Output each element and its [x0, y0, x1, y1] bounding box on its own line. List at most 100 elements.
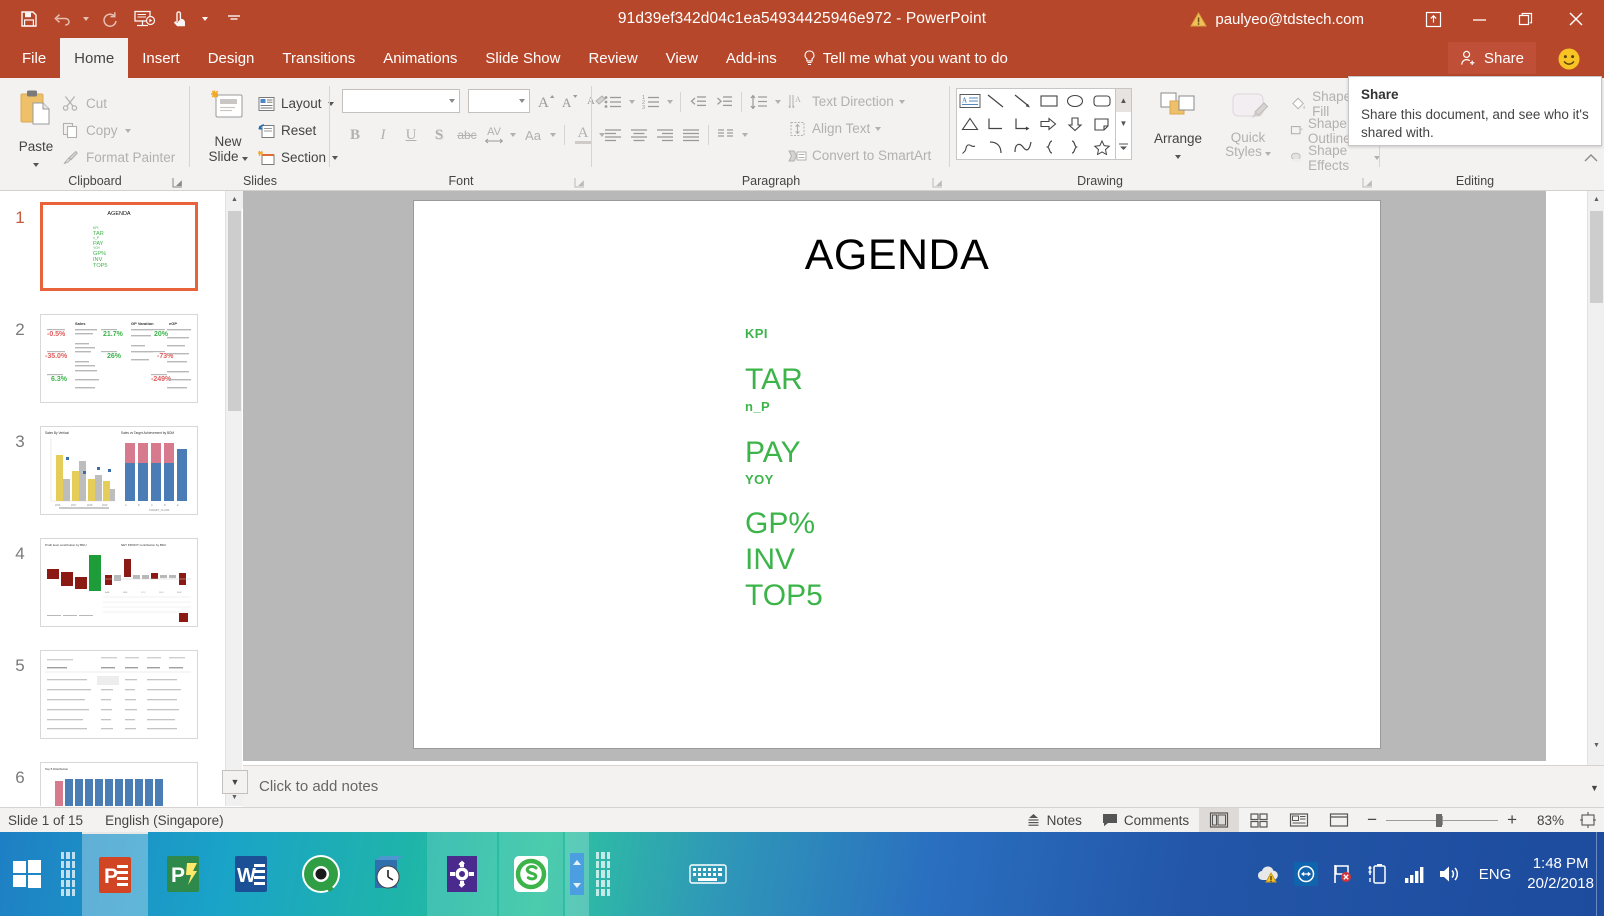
columns-dropdown-icon[interactable] [739, 122, 751, 148]
decrease-font-size-button[interactable]: A [558, 89, 582, 113]
text-shadow-button[interactable]: S [426, 122, 452, 148]
notes-placeholder[interactable]: Click to add notes [243, 778, 378, 795]
shapes-gallery[interactable]: A [956, 88, 1116, 160]
taskbar-app-settings[interactable] [427, 832, 497, 916]
zoom-in-button[interactable]: + [1507, 810, 1517, 830]
slide-scroll-down-icon[interactable]: ▼ [1588, 737, 1604, 754]
slide-content-list[interactable]: KPI TAR n_P PAY YOY GP% INV TOP5 [745, 326, 823, 613]
slide-scrollbar-thumb[interactable] [1590, 211, 1603, 303]
shape-elbow-arrow-icon[interactable] [1010, 112, 1036, 135]
tell-me-search[interactable]: Tell me what you want to do [791, 38, 1008, 78]
notes-scroll-down-icon[interactable]: ▼ [1587, 775, 1602, 801]
slide-area-scrollbar[interactable]: ▲ ▼ ▲ ▼ [1587, 191, 1604, 806]
network-icon[interactable] [1401, 861, 1427, 887]
align-left-button[interactable] [600, 122, 626, 148]
tab-review[interactable]: Review [574, 38, 651, 78]
paste-button[interactable]: Paste [8, 88, 64, 172]
increase-indent-button[interactable] [711, 89, 737, 115]
bold-button[interactable]: B [342, 122, 368, 148]
slide-thumbnail-pane[interactable]: 1 AGENDA KPI TAR n_P PAY YOY GP% INV TOP… [0, 191, 225, 806]
arrange-button[interactable]: Arrange [1145, 90, 1211, 164]
character-spacing-button[interactable]: AV [482, 122, 506, 148]
shape-left-brace-icon[interactable] [1036, 136, 1062, 159]
shape-arrow-icon[interactable] [1010, 89, 1036, 112]
tab-insert[interactable]: Insert [128, 38, 194, 78]
numbering-button[interactable]: 123 [638, 89, 664, 115]
restore-icon[interactable] [1502, 0, 1548, 38]
line-spacing-button[interactable] [746, 89, 772, 115]
tab-add-ins[interactable]: Add-ins [712, 38, 791, 78]
bullets-dropdown-icon[interactable] [626, 89, 638, 115]
shape-scribble-icon[interactable] [957, 136, 983, 159]
teamviewer-icon[interactable] [1293, 861, 1319, 887]
clock-datetime[interactable]: 1:48 PM 20/2/2018 [1527, 854, 1594, 895]
volume-icon[interactable] [1437, 861, 1463, 887]
character-spacing-dropdown-icon[interactable] [508, 122, 518, 148]
shape-rounded-rectangle-icon[interactable] [1089, 89, 1115, 112]
tab-slide-show[interactable]: Slide Show [471, 38, 574, 78]
shape-elbow-connector-icon[interactable] [983, 112, 1009, 135]
shape-textbox-icon[interactable]: A [957, 89, 983, 112]
slide-editing-area[interactable]: AGENDA KPI TAR n_P PAY YOY GP% INV TOP5 [243, 191, 1546, 761]
text-direction-button[interactable]: A Text Direction [788, 88, 931, 115]
shape-arc-icon[interactable] [983, 136, 1009, 159]
font-name-input[interactable] [342, 89, 460, 113]
taskbar-app-skype[interactable] [499, 832, 563, 916]
zoom-control[interactable]: − + 83% [1359, 810, 1572, 830]
slide-scroll-up-icon[interactable]: ▲ [1588, 191, 1604, 208]
tab-home[interactable]: Home [60, 38, 129, 78]
zoom-slider[interactable] [1386, 813, 1499, 827]
taskbar-grip-2[interactable] [591, 832, 615, 916]
notes-button[interactable]: Notes [1016, 808, 1092, 833]
shapes-scroll-up-icon[interactable]: ▲ [1116, 89, 1131, 113]
thumbnail-preview-1[interactable]: AGENDA KPI TAR n_P PAY YOY GP% INV TOP5 [40, 202, 198, 291]
fit-slide-button[interactable] [1572, 808, 1604, 833]
shapes-scroll-down-icon[interactable]: ▼ [1116, 112, 1131, 135]
minimize-icon[interactable] [1456, 0, 1502, 38]
onedrive-warning-icon[interactable] [1257, 861, 1283, 887]
thumbnail-slide-6[interactable]: 6 Top 5 Distribution [0, 762, 225, 806]
copy-button[interactable]: Copy [62, 117, 175, 144]
line-spacing-dropdown-icon[interactable] [772, 89, 784, 115]
share-button[interactable]: Share [1447, 42, 1536, 74]
align-center-button[interactable] [626, 122, 652, 148]
thumbnail-slide-4[interactable]: 4 Profit level contribution by BDU NET P… [0, 538, 225, 627]
collapse-ribbon-icon[interactable] [1584, 150, 1598, 168]
reading-view-button[interactable] [1279, 808, 1319, 833]
columns-button[interactable] [713, 122, 739, 148]
thumbnail-preview-5[interactable] [40, 650, 198, 739]
input-language-indicator[interactable]: ENG [1473, 866, 1518, 883]
shape-down-arrow-icon[interactable] [1062, 112, 1088, 135]
justify-button[interactable] [678, 122, 704, 148]
taskbar-app-powerpoint[interactable]: P [82, 832, 148, 916]
cut-button[interactable]: Cut [62, 90, 175, 117]
shape-curve-icon[interactable] [1010, 136, 1036, 159]
shape-right-arrow-icon[interactable] [1036, 112, 1062, 135]
taskbar-keyboard[interactable] [680, 832, 736, 916]
taskbar-grip-1[interactable] [56, 832, 80, 916]
convert-to-smartart-button[interactable]: Convert to SmartArt [788, 142, 931, 169]
comments-button[interactable]: Comments [1092, 808, 1199, 833]
decrease-indent-button[interactable] [685, 89, 711, 115]
shape-triangle-icon[interactable] [957, 112, 983, 135]
align-text-button[interactable]: Align Text [788, 115, 931, 142]
reset-button[interactable]: Reset [258, 117, 338, 144]
ribbon-display-options-icon[interactable] [1410, 0, 1456, 38]
slide-count-label[interactable]: Slide 1 of 15 [8, 813, 83, 828]
zoom-slider-handle[interactable] [1436, 813, 1443, 827]
notes-collapse-icon[interactable]: ▼ [222, 770, 248, 794]
thumbnail-slide-5[interactable]: 5 [0, 650, 225, 739]
account-info[interactable]: paulyeo@tdstech.com [1190, 0, 1364, 38]
numbering-dropdown-icon[interactable] [664, 89, 676, 115]
shape-star-icon[interactable] [1089, 136, 1115, 159]
show-desktop-button[interactable] [1596, 832, 1604, 916]
taskbar-app-qlikview[interactable] [290, 832, 352, 916]
zoom-out-button[interactable]: − [1367, 810, 1377, 830]
align-right-button[interactable] [652, 122, 678, 148]
shape-right-brace-icon[interactable] [1062, 136, 1088, 159]
format-painter-button[interactable]: Format Painter [62, 144, 175, 171]
taskbar-overflow-scroll[interactable] [565, 832, 589, 916]
shapes-gallery-scrollbar[interactable]: ▲ ▼ [1116, 88, 1132, 160]
tab-view[interactable]: View [652, 38, 712, 78]
taskbar-app-clock[interactable] [356, 832, 418, 916]
